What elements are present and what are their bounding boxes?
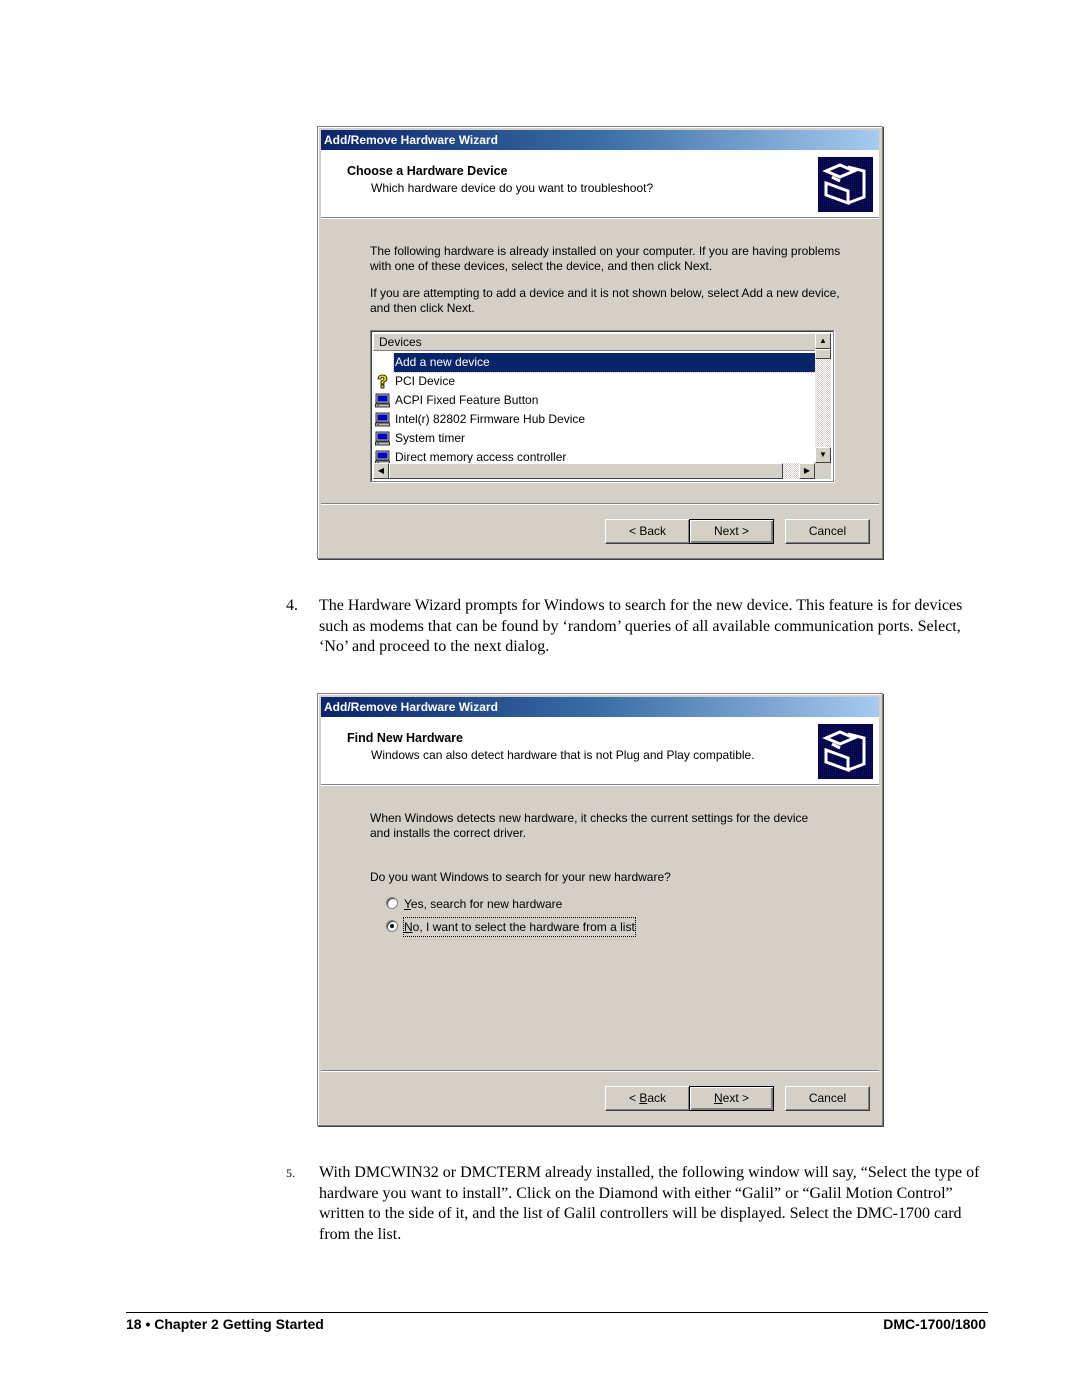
device-label: PCI Device: [395, 374, 456, 388]
choose-hardware-device-dialog: Add/Remove Hardware Wizard Choose a Hard…: [317, 126, 883, 559]
step-5: 5. With DMCWIN32 or DMCTERM already inst…: [286, 1163, 986, 1245]
footer-rule: [126, 1312, 988, 1313]
step-number: 4.: [286, 597, 298, 614]
search-question: Do you want Windows to search for your n…: [370, 870, 671, 884]
scroll-right-button[interactable]: ▶: [799, 463, 815, 479]
device-label: Direct memory access controller: [395, 450, 567, 463]
radio-button[interactable]: [386, 897, 398, 909]
horizontal-scrollbar[interactable]: ◀ ▶: [373, 463, 815, 479]
intro-paragraph: The following hardware is already instal…: [370, 244, 841, 273]
computer-icon: [375, 450, 390, 463]
question-mark-icon: [375, 374, 390, 389]
next-button[interactable]: Next >: [689, 519, 774, 544]
wizard-header-title: Choose a Hardware Device: [347, 164, 508, 178]
dialog-title-bar: Add/Remove Hardware Wizard: [321, 130, 879, 150]
add-device-paragraph: If you are attempting to add a device an…: [370, 286, 840, 315]
cancel-button[interactable]: Cancel: [785, 1086, 870, 1111]
wizard-header-subtitle: Which hardware device do you want to tro…: [371, 181, 654, 195]
device-label: System timer: [395, 431, 466, 445]
wizard-header-subtitle: Windows can also detect hardware that is…: [371, 748, 755, 762]
devices-column-header[interactable]: Devices: [373, 333, 815, 351]
back-button[interactable]: < Back: [605, 519, 690, 544]
radio-label: Yes, search for new hardware: [404, 897, 563, 911]
footer-model: DMC-1700/1800: [883, 1316, 986, 1332]
device-label: Add a new device: [393, 353, 815, 373]
computer-icon: [375, 393, 390, 408]
scroll-left-button[interactable]: ◀: [373, 463, 389, 479]
device-item[interactable]: System timer: [373, 429, 815, 448]
horizontal-scroll-thumb[interactable]: [389, 463, 783, 479]
hardware-wizard-icon: [818, 724, 873, 779]
radio-label: No, I want to select the hardware from a…: [403, 917, 636, 937]
radio-button-checked[interactable]: [386, 920, 398, 932]
scroll-down-button[interactable]: ▼: [815, 447, 831, 463]
computer-icon: [375, 412, 390, 427]
device-item[interactable]: Direct memory access controller: [373, 448, 815, 463]
step-4: 4. The Hardware Wizard prompts for Windo…: [286, 596, 986, 658]
devices-list: Add a new device PCI Device ACPI Fixed F…: [373, 353, 815, 463]
find-new-hardware-dialog: Add/Remove Hardware Wizard Find New Hard…: [317, 693, 883, 1126]
devices-listbox[interactable]: Devices Add a new device PCI Device ACPI…: [370, 330, 834, 482]
button-separator: [321, 503, 879, 505]
device-item[interactable]: Intel(r) 82802 Firmware Hub Device: [373, 410, 815, 429]
wizard-header-title: Find New Hardware: [347, 731, 463, 745]
vertical-scroll-thumb[interactable]: [815, 349, 831, 359]
cancel-button[interactable]: Cancel: [785, 519, 870, 544]
vertical-scrollbar[interactable]: ▲ ▼: [815, 333, 831, 463]
footer-chapter: 18 • Chapter 2 Getting Started: [126, 1316, 324, 1332]
device-item[interactable]: ACPI Fixed Feature Button: [373, 391, 815, 410]
back-button[interactable]: < Back: [605, 1086, 690, 1111]
device-label: Intel(r) 82802 Firmware Hub Device: [395, 412, 586, 426]
step-text: With DMCWIN32 or DMCTERM already install…: [319, 1164, 980, 1243]
detect-paragraph: When Windows detects new hardware, it ch…: [370, 811, 809, 840]
scroll-up-button[interactable]: ▲: [815, 333, 831, 349]
wizard-header: Choose a Hardware Device Which hardware …: [321, 150, 879, 218]
device-label: ACPI Fixed Feature Button: [395, 393, 539, 407]
next-button[interactable]: Next >: [689, 1086, 774, 1111]
scrollbar-corner: [815, 463, 831, 479]
wizard-header: Find New Hardware Windows can also detec…: [321, 717, 879, 785]
device-item-add-new[interactable]: Add a new device: [373, 353, 815, 373]
hardware-wizard-icon: [818, 157, 873, 212]
computer-icon: [375, 431, 390, 446]
step-text: The Hardware Wizard prompts for Windows …: [319, 597, 963, 655]
dialog-title-bar: Add/Remove Hardware Wizard: [321, 697, 879, 717]
button-separator: [321, 1070, 879, 1072]
device-item[interactable]: PCI Device: [373, 372, 815, 391]
step-number: 5.: [286, 1166, 295, 1180]
